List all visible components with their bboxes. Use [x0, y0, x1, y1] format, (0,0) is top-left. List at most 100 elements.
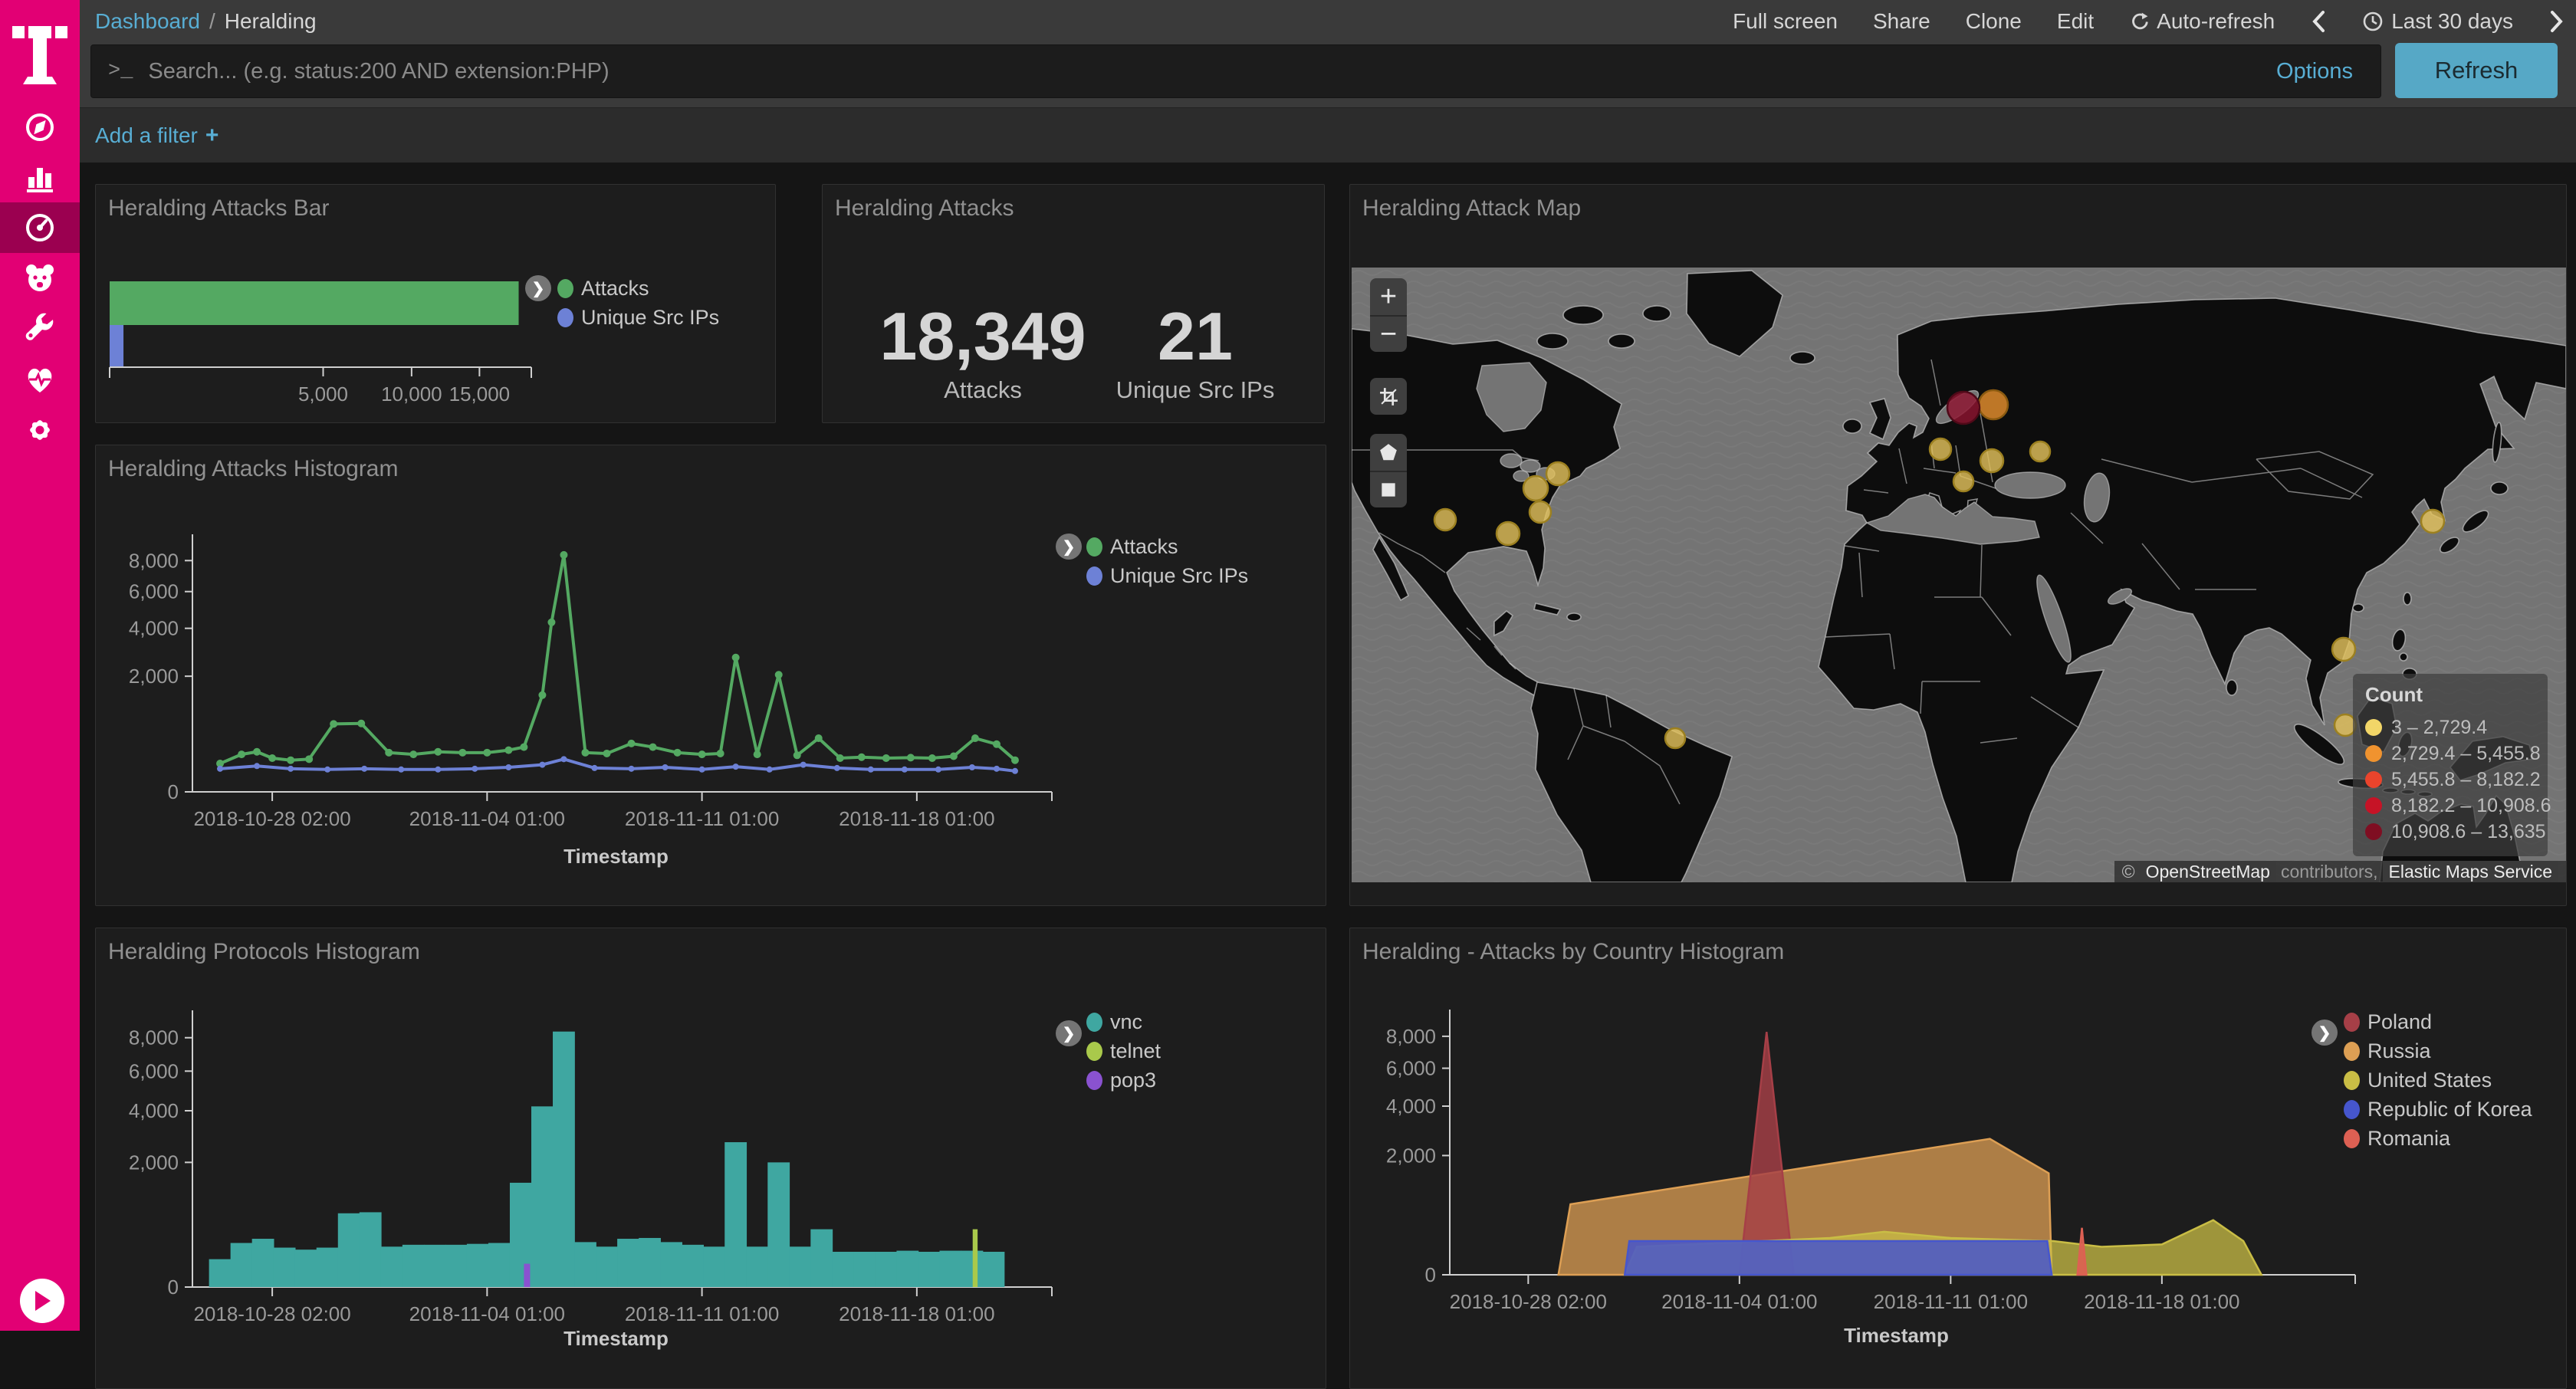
nav-action-full-screen[interactable]: Full screen: [1733, 9, 1838, 34]
sidebar-item-monitoring[interactable]: [0, 354, 80, 405]
breadcrumb-dashboard-link[interactable]: Dashboard: [95, 9, 200, 34]
bar-vnc[interactable]: [746, 1246, 768, 1287]
attack-bubble[interactable]: [1523, 476, 1548, 501]
bar-vnc[interactable]: [939, 1251, 961, 1287]
legend-item-romania[interactable]: Romania: [2344, 1124, 2532, 1153]
legend-expand-icon[interactable]: ❯: [1056, 534, 1082, 560]
add-filter-link[interactable]: Add a filter +: [95, 108, 219, 163]
attack-bubble[interactable]: [2030, 442, 2050, 461]
attack-bubble[interactable]: [1530, 501, 1551, 523]
attack-bubble[interactable]: [1434, 509, 1456, 530]
time-range-prev-button[interactable]: [2310, 10, 2327, 33]
bar-vnc[interactable]: [639, 1238, 661, 1287]
attack-bubble[interactable]: [2332, 638, 2355, 661]
legend-item-attacks[interactable]: Attacks: [557, 274, 719, 303]
attack-bubble[interactable]: [1980, 449, 2003, 472]
attack-bubble[interactable]: [1953, 471, 1973, 491]
nav-action-edit[interactable]: Edit: [2057, 9, 2094, 34]
bar-vnc[interactable]: [918, 1252, 940, 1287]
bar-vnc[interactable]: [832, 1252, 854, 1287]
bar-vnc[interactable]: [660, 1242, 682, 1287]
time-range-next-button[interactable]: [2548, 10, 2565, 33]
bar-vnc[interactable]: [896, 1251, 918, 1287]
osm-link[interactable]: OpenStreetMap: [2140, 861, 2276, 883]
refresh-button[interactable]: Refresh: [2395, 43, 2558, 98]
legend-item-russia[interactable]: Russia: [2344, 1036, 2532, 1066]
bar-vnc[interactable]: [724, 1142, 747, 1287]
bar-vnc[interactable]: [767, 1162, 790, 1287]
crop-fit-button[interactable]: [1370, 378, 1407, 415]
sidebar-item-management[interactable]: [0, 405, 80, 455]
bar-vnc[interactable]: [381, 1246, 403, 1287]
legend-item-unique-src-ips[interactable]: Unique Src IPs: [557, 303, 719, 332]
bar-vnc[interactable]: [617, 1239, 639, 1287]
ems-link[interactable]: Elastic Maps Service: [2383, 861, 2558, 883]
legend-item-united-states[interactable]: United States: [2344, 1066, 2532, 1095]
telekom-logo[interactable]: [12, 17, 67, 87]
attack-bubble[interactable]: [1665, 728, 1685, 748]
options-link[interactable]: Options: [2276, 59, 2353, 84]
sidebar-item-visualize[interactable]: [0, 153, 80, 203]
legend-item-pop3[interactable]: pop3: [1086, 1066, 1161, 1095]
legend-expand-icon[interactable]: ❯: [525, 275, 551, 301]
nav-action-share[interactable]: Share: [1873, 9, 1930, 34]
search-input[interactable]: >_ Search... (e.g. status:200 AND extens…: [90, 44, 2381, 98]
bar-vnc[interactable]: [445, 1245, 468, 1287]
bar-vnc[interactable]: [402, 1245, 425, 1287]
bar-vnc[interactable]: [682, 1245, 704, 1287]
bar-vnc[interactable]: [317, 1248, 339, 1287]
bar-vnc[interactable]: [488, 1243, 511, 1288]
legend-item-poland[interactable]: Poland: [2344, 1007, 2532, 1036]
attack-bubble[interactable]: [1497, 522, 1520, 545]
legend-item-telnet[interactable]: telnet: [1086, 1036, 1161, 1066]
world-map[interactable]: + −: [1352, 268, 2566, 882]
sidebar-item-dashboard[interactable]: [0, 202, 80, 253]
attack-bubble[interactable]: [1546, 462, 1569, 485]
sidebar-collapse-button[interactable]: [20, 1279, 64, 1323]
bar-vnc[interactable]: [875, 1252, 897, 1287]
bar-vnc[interactable]: [853, 1252, 876, 1287]
bar-vnc[interactable]: [274, 1248, 296, 1287]
bar-vnc[interactable]: [231, 1243, 253, 1288]
legend-expand-icon[interactable]: ❯: [1056, 1020, 1082, 1046]
bar-vnc[interactable]: [574, 1242, 596, 1287]
legend-item-republic-of-korea[interactable]: Republic of Korea: [2344, 1095, 2532, 1124]
draw-rectangle-button[interactable]: [1370, 471, 1407, 507]
legend-item-attacks[interactable]: Attacks: [1086, 532, 1248, 561]
bar-vnc[interactable]: [424, 1245, 446, 1287]
bar-vnc[interactable]: [209, 1259, 232, 1287]
attack-bubble[interactable]: [2421, 510, 2444, 533]
sidebar-item-tpot[interactable]: [0, 253, 80, 304]
attack-bubble[interactable]: [1930, 438, 1951, 460]
bar-vnc[interactable]: [295, 1249, 317, 1287]
bar-vnc[interactable]: [596, 1246, 618, 1287]
bar-vnc[interactable]: [983, 1252, 1005, 1287]
legend-item-unique-src-ips[interactable]: Unique Src IPs: [1086, 561, 1248, 590]
bar-attacks[interactable]: [110, 281, 519, 325]
bar-vnc[interactable]: [703, 1246, 725, 1287]
bar-unique-src-ips[interactable]: [110, 325, 123, 367]
time-range-button[interactable]: Last 30 days: [2362, 9, 2513, 34]
attack-bubble[interactable]: [1979, 390, 2008, 419]
bar-vnc[interactable]: [810, 1230, 833, 1287]
bar-vnc[interactable]: [252, 1239, 274, 1287]
bar-vnc[interactable]: [338, 1213, 360, 1287]
bar-vnc[interactable]: [360, 1212, 382, 1287]
bar-vnc[interactable]: [531, 1106, 554, 1287]
legend-item-vnc[interactable]: vnc: [1086, 1007, 1161, 1036]
bar-vnc[interactable]: [467, 1244, 489, 1287]
draw-polygon-button[interactable]: [1370, 434, 1407, 471]
bar-pop3[interactable]: [524, 1264, 530, 1287]
legend-expand-icon[interactable]: ❯: [2312, 1020, 2338, 1046]
zoom-in-button[interactable]: +: [1370, 278, 1407, 315]
zoom-out-button[interactable]: −: [1370, 315, 1407, 352]
bar-vnc[interactable]: [553, 1032, 575, 1287]
nav-action-clone[interactable]: Clone: [1966, 9, 2022, 34]
bar-telnet[interactable]: [973, 1230, 978, 1287]
attack-bubble[interactable]: [1947, 392, 1980, 424]
bar-vnc[interactable]: [961, 1251, 984, 1287]
auto-refresh-button[interactable]: Auto-refresh: [2129, 9, 2275, 34]
sidebar-item-devtools[interactable]: [0, 304, 80, 354]
bar-vnc[interactable]: [789, 1246, 811, 1287]
sidebar-item-discover[interactable]: [0, 102, 80, 153]
